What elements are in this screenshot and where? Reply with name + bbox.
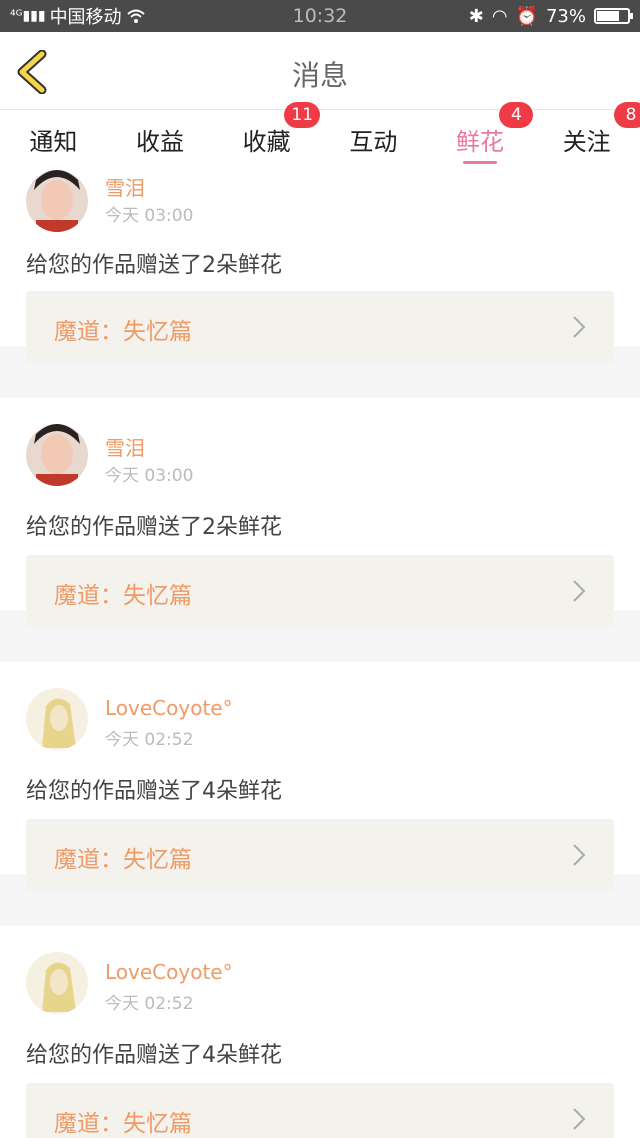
- work-title: 魔道：失忆篇: [54, 583, 192, 609]
- avatar[interactable]: [26, 688, 88, 750]
- chevron-right-icon: [573, 1108, 586, 1130]
- tab-income[interactable]: 收益: [107, 110, 214, 168]
- chevron-right-icon: [573, 580, 586, 602]
- status-time: 10:32: [292, 5, 348, 27]
- favorites-badge: 11: [284, 102, 321, 128]
- active-tab-indicator: [463, 161, 498, 164]
- work-title: 魔道：失忆篇: [54, 319, 192, 345]
- message-list: 雪泪 今天 03:00 给您的作品赠送了2朵鲜花 魔道：失忆篇 雪泪 今天 03…: [0, 168, 640, 1138]
- flowers-badge: 4: [499, 102, 534, 128]
- work-link[interactable]: 魔道：失忆篇: [26, 555, 614, 627]
- avatar[interactable]: [26, 424, 88, 486]
- user-name[interactable]: LoveCoyote°: [105, 696, 233, 720]
- message-text: 给您的作品赠送了2朵鲜花: [26, 515, 282, 540]
- message-text: 给您的作品赠送了4朵鲜花: [26, 1043, 282, 1068]
- list-item: 雪泪 今天 03:00 给您的作品赠送了2朵鲜花 魔道：失忆篇: [0, 168, 640, 363]
- tab-label: 关注: [562, 128, 611, 156]
- tab-label: 通知: [29, 128, 78, 156]
- work-link[interactable]: 魔道：失忆篇: [26, 1083, 614, 1138]
- work-link[interactable]: 魔道：失忆篇: [26, 291, 614, 363]
- message-text: 给您的作品赠送了2朵鲜花: [26, 253, 282, 278]
- avatar[interactable]: [26, 952, 88, 1014]
- work-link[interactable]: 魔道：失忆篇: [26, 819, 614, 891]
- tab-label: 收藏: [242, 128, 291, 156]
- work-title: 魔道：失忆篇: [54, 1111, 192, 1137]
- list-item: LoveCoyote° 今天 02:52 给您的作品赠送了4朵鲜花 魔道：失忆篇: [0, 926, 640, 1138]
- avatar[interactable]: [26, 170, 88, 232]
- message-time: 今天 02:52: [105, 994, 194, 1014]
- tab-label: 收益: [136, 128, 184, 156]
- work-title: 魔道：失忆篇: [54, 847, 192, 873]
- tab-flowers[interactable]: 鲜花 4: [427, 102, 534, 168]
- chevron-right-icon: [573, 844, 586, 866]
- user-name[interactable]: 雪泪: [105, 172, 145, 201]
- nav-header: 消息: [0, 32, 640, 110]
- tab-label: 鲜花: [456, 128, 505, 156]
- user-name[interactable]: 雪泪: [105, 432, 145, 461]
- battery-icon: [594, 8, 633, 24]
- tab-bar: 通知 收益 收藏 11 互动 鲜花 4 关注 8: [0, 102, 640, 168]
- tab-label: 互动: [349, 128, 398, 156]
- tab-notice[interactable]: 通知: [0, 110, 107, 168]
- message-text: 给您的作品赠送了4朵鲜花: [26, 779, 282, 804]
- tab-interaction[interactable]: 互动: [320, 110, 427, 168]
- user-name[interactable]: LoveCoyote°: [105, 960, 233, 984]
- page-title: 消息: [291, 59, 348, 92]
- tab-favorites[interactable]: 收藏 11: [213, 102, 321, 168]
- message-time: 今天 03:00: [105, 206, 194, 226]
- message-time: 今天 03:00: [105, 466, 194, 486]
- status-bar: ⁴ᴳ▮▮▮ 中国移动 10:32 ✱ ◠ ⏰ 73%: [0, 0, 640, 32]
- tab-follow[interactable]: 关注 8: [533, 102, 640, 168]
- list-item: 雪泪 今天 03:00 给您的作品赠送了2朵鲜花 魔道：失忆篇: [0, 398, 640, 627]
- message-time: 今天 02:52: [105, 730, 194, 750]
- chevron-right-icon: [573, 316, 586, 338]
- follow-badge: 8: [614, 102, 640, 128]
- list-item: LoveCoyote° 今天 02:52 给您的作品赠送了4朵鲜花 魔道：失忆篇: [0, 662, 640, 891]
